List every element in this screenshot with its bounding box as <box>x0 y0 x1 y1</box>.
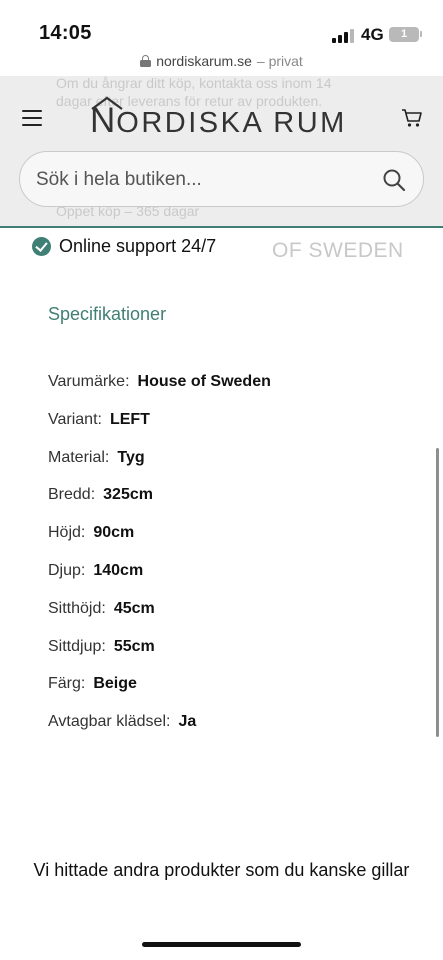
spec-label: Sitthöjd: <box>48 599 106 617</box>
spec-value: 45cm <box>113 599 155 617</box>
support-badge: Online support 24/7 <box>32 236 216 257</box>
search-icon[interactable] <box>382 168 406 192</box>
logo-text: ORDISKA RUM <box>116 107 347 139</box>
spec-label: Sittdjup: <box>48 637 106 655</box>
spec-value: 90cm <box>93 524 135 542</box>
status-bar: 14:05 4G 1 <box>0 0 443 50</box>
spec-row: Sitthöjd: 45cm <box>48 600 271 638</box>
site-logo[interactable]: N ORDISKA RUM <box>90 96 347 139</box>
spec-value: 140cm <box>93 561 144 579</box>
spec-row: Avtagbar klädsel: Ja <box>48 713 271 751</box>
battery-cap <box>420 31 422 37</box>
spec-row: Färg: Beige <box>48 675 271 713</box>
spec-row: Sittdjup: 55cm <box>48 638 271 676</box>
spec-value: 55cm <box>113 637 155 655</box>
spec-row: Djup: 140cm <box>48 562 271 600</box>
search-input[interactable] <box>36 168 366 192</box>
spec-value: Tyg <box>117 448 145 466</box>
status-time: 14:05 <box>39 22 92 44</box>
logo-roof-icon <box>91 96 123 110</box>
spec-row: Material: Tyg <box>48 449 271 487</box>
spec-label: Avtagbar klädsel: <box>48 713 171 731</box>
spec-label: Material: <box>48 448 110 466</box>
spec-list: Varumärke: House of Sweden Variant: LEFT M… <box>48 373 271 751</box>
spec-value: House of Sweden <box>137 373 271 390</box>
signal-icon <box>332 29 354 43</box>
url-mode: – privat <box>256 53 303 69</box>
url-bar[interactable]: nordiskarum.se – privat <box>0 50 443 76</box>
cart-icon[interactable] <box>401 108 423 128</box>
lock-icon <box>140 55 152 67</box>
scrollbar[interactable] <box>436 448 439 737</box>
spec-label: Färg: <box>48 675 86 693</box>
related-products-heading: Vi hittade andra produkter som du kanske… <box>33 860 410 880</box>
support-text: Online support 24/7 <box>59 236 217 256</box>
spec-label: Bredd: <box>48 486 96 504</box>
spec-row: Höjd: 90cm <box>48 524 271 562</box>
ghost-text-line: Om du ångrar ditt köp, kontakta oss inom… <box>56 76 332 91</box>
specifications-tab[interactable]: Specifikationer <box>48 304 166 325</box>
check-icon <box>32 237 51 256</box>
spec-label: Höjd: <box>48 524 86 542</box>
brand-logo: OF SWEDEN <box>272 239 404 262</box>
network-type: 4G <box>361 25 384 44</box>
spec-value: Beige <box>93 675 137 693</box>
search-bar[interactable] <box>19 151 424 207</box>
home-indicator[interactable] <box>142 942 301 947</box>
url-domain: nordiskarum.se <box>156 53 252 69</box>
spec-row: Varumärke: House of Sweden <box>48 373 271 411</box>
battery-icon: 1 <box>389 27 419 42</box>
spec-label: Variant: <box>48 410 102 428</box>
spec-label: Djup: <box>48 561 86 579</box>
spec-value: LEFT <box>109 410 150 428</box>
battery-level: 1 <box>400 28 408 40</box>
spec-value: Ja <box>178 713 197 731</box>
spec-value: 325cm <box>103 486 153 504</box>
site-header: Om du ångrar ditt köp, kontakta oss inom… <box>0 76 443 228</box>
spec-row: Variant: LEFT <box>48 411 271 449</box>
hamburger-icon[interactable] <box>22 110 42 126</box>
spec-row: Bredd: 325cm <box>48 486 271 524</box>
spec-label: Varumärke: <box>48 373 130 390</box>
logo-initial: N <box>90 96 123 138</box>
